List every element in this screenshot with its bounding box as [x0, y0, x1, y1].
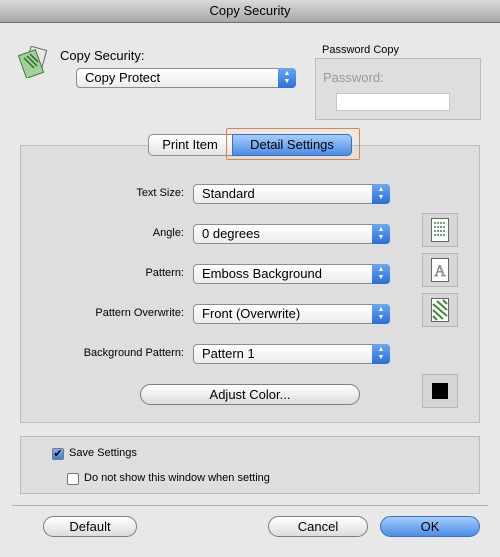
background-pattern-select[interactable]: Pattern 1 ▲ ▼: [193, 344, 390, 364]
text-size-label: Text Size:: [136, 187, 184, 199]
ok-button[interactable]: OK: [380, 516, 480, 537]
background-pattern-label: Background Pattern:: [83, 347, 184, 359]
copy-security-icon: [17, 45, 50, 79]
divider: [12, 505, 488, 506]
popup-arrows-icon: ▲ ▼: [372, 224, 390, 244]
pattern-overwrite-label: Pattern Overwrite:: [95, 307, 184, 319]
popup-arrows-icon: ▲ ▼: [372, 304, 390, 324]
pattern-preview: A: [422, 253, 458, 287]
text-size-select[interactable]: Standard ▲ ▼: [193, 184, 390, 204]
password-field: [336, 93, 450, 111]
tab-print-item[interactable]: Print Item: [149, 135, 231, 155]
copy-security-value: Copy Protect: [85, 70, 161, 85]
copy-security-label: Copy Security:: [60, 48, 145, 63]
pattern-label: Pattern:: [145, 267, 184, 279]
tab-detail-settings[interactable]: Detail Settings: [232, 134, 352, 156]
adjust-color-button[interactable]: Adjust Color...: [140, 384, 360, 405]
cancel-button[interactable]: Cancel: [268, 516, 368, 537]
angle-select[interactable]: 0 degrees ▲ ▼: [193, 224, 390, 244]
pattern-value: Emboss Background: [202, 266, 322, 281]
ok-button-label: OK: [420, 519, 440, 534]
pattern-select[interactable]: Emboss Background ▲ ▼: [193, 264, 390, 284]
color-swatch-box: [422, 374, 458, 408]
emboss-letter-icon: A: [431, 258, 449, 282]
default-button[interactable]: Default: [43, 516, 137, 537]
save-settings-checkbox[interactable]: ✔: [52, 448, 64, 460]
tab-detail-settings-label: Detail Settings: [250, 137, 334, 152]
save-settings-label: Save Settings: [69, 447, 137, 459]
default-button-label: Default: [69, 519, 111, 534]
adjust-color-label: Adjust Color...: [209, 387, 291, 402]
options-group: [20, 436, 480, 494]
window-title: Copy Security: [209, 3, 291, 18]
pattern-overwrite-value: Front (Overwrite): [202, 306, 301, 321]
pattern-overwrite-select[interactable]: Front (Overwrite) ▲ ▼: [193, 304, 390, 324]
text-size-value: Standard: [202, 186, 255, 201]
tab-print-item-label: Print Item: [162, 137, 218, 152]
popup-arrows-icon: ▲ ▼: [278, 68, 296, 88]
angle-value: 0 degrees: [202, 226, 260, 241]
text-pattern-icon: [431, 218, 449, 242]
background-pattern-value: Pattern 1: [202, 346, 255, 361]
overwrite-preview: [422, 293, 458, 327]
window-title-bar: Copy Security: [0, 0, 500, 23]
password-label: Password:: [323, 70, 384, 85]
password-copy-title: Password Copy: [322, 44, 400, 56]
angle-label: Angle:: [152, 227, 184, 239]
cancel-button-label: Cancel: [297, 519, 339, 534]
popup-arrows-icon: ▲ ▼: [372, 184, 390, 204]
popup-arrows-icon: ▲ ▼: [372, 264, 390, 284]
text-size-preview: [422, 213, 458, 247]
color-swatch: [432, 383, 448, 399]
popup-arrows-icon: ▲ ▼: [372, 344, 390, 364]
dont-show-label: Do not show this window when setting: [84, 472, 270, 484]
copy-security-select[interactable]: Copy Protect ▲ ▼: [76, 68, 296, 88]
dont-show-checkbox[interactable]: [67, 473, 79, 485]
svg-text:A: A: [434, 263, 446, 280]
overwrite-pattern-icon: [431, 298, 449, 322]
